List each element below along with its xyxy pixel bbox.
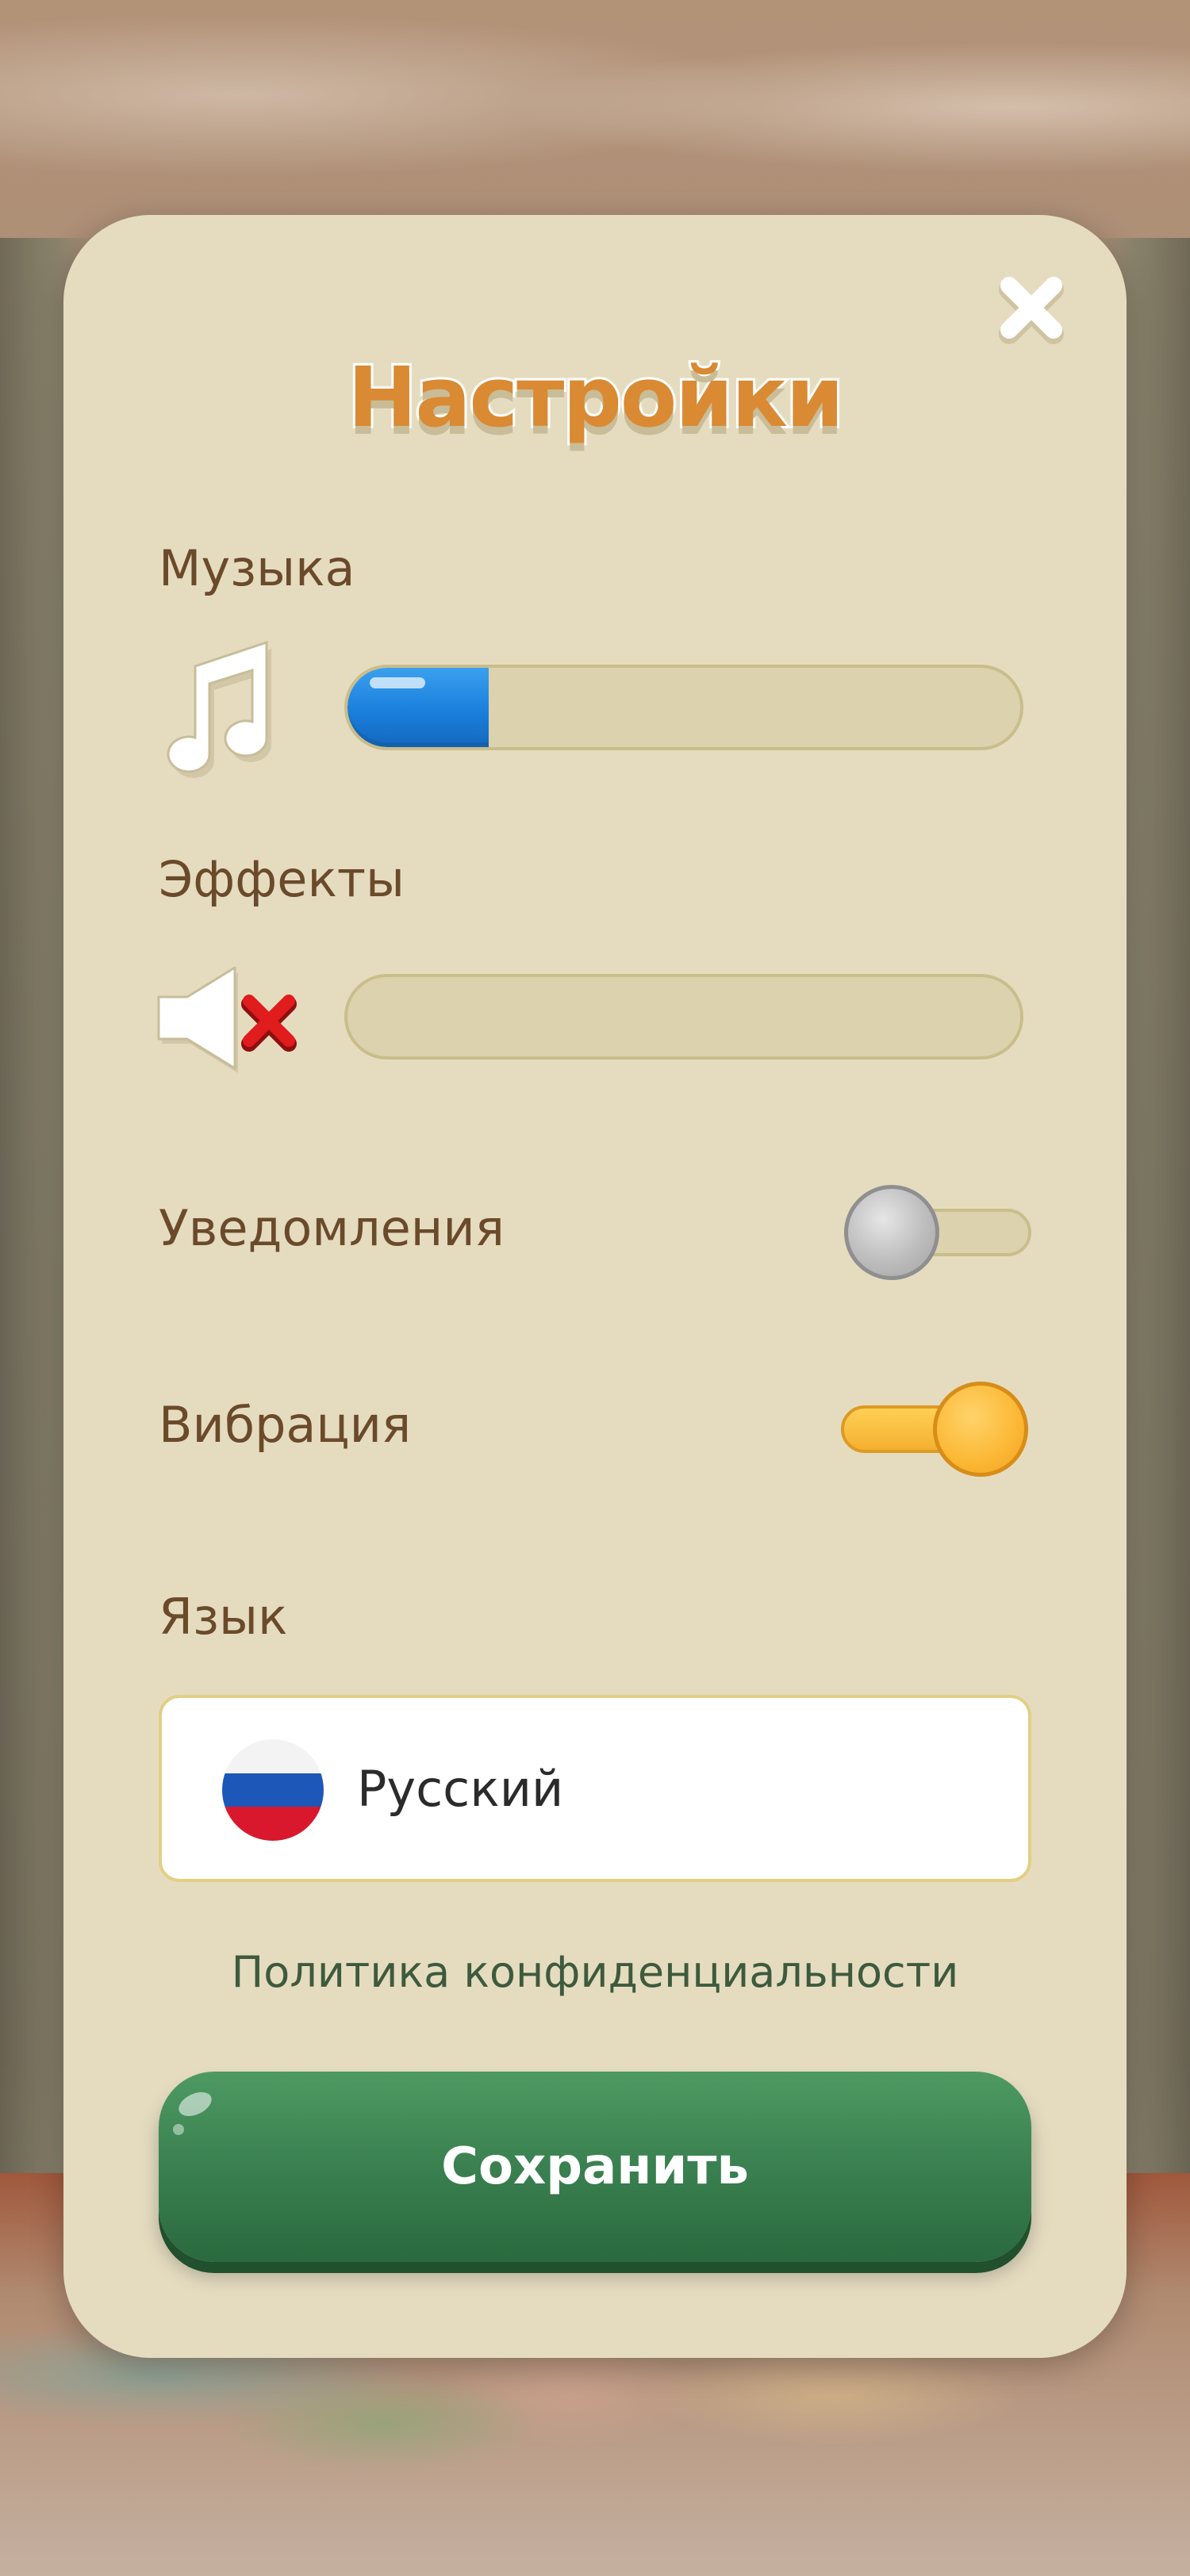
notifications-toggle[interactable] (844, 1185, 1031, 1280)
language-value: Русский (357, 1760, 564, 1818)
vibration-toggle[interactable] (841, 1382, 1028, 1477)
notifications-label: Уведомления (159, 1199, 505, 1257)
language-select[interactable]: Русский (159, 1695, 1031, 1882)
effects-label: Эффекты (159, 850, 405, 908)
privacy-policy-link[interactable]: Политика конфиденциальности (0, 1947, 1190, 1997)
page-title: Настройки (345, 347, 846, 448)
language-label: Язык (159, 1588, 288, 1646)
music-volume-slider[interactable] (344, 665, 1023, 750)
vibration-label: Вибрация (159, 1396, 412, 1454)
music-volume-fill (347, 668, 489, 747)
close-button[interactable] (993, 270, 1069, 346)
save-button[interactable]: Сохранить (159, 2072, 1031, 2262)
background-top-blur (0, 0, 1190, 238)
vibration-toggle-knob (933, 1382, 1028, 1477)
save-button-label: Сохранить (441, 2137, 749, 2196)
music-label: Музыка (159, 539, 355, 597)
speaker-muted-icon (155, 961, 301, 1080)
notifications-toggle-knob (844, 1185, 939, 1280)
russia-flag-icon (222, 1739, 324, 1841)
settings-dialog (63, 215, 1127, 2358)
music-note-icon (155, 634, 282, 781)
effects-volume-slider[interactable] (344, 974, 1023, 1060)
close-icon (999, 277, 1064, 344)
